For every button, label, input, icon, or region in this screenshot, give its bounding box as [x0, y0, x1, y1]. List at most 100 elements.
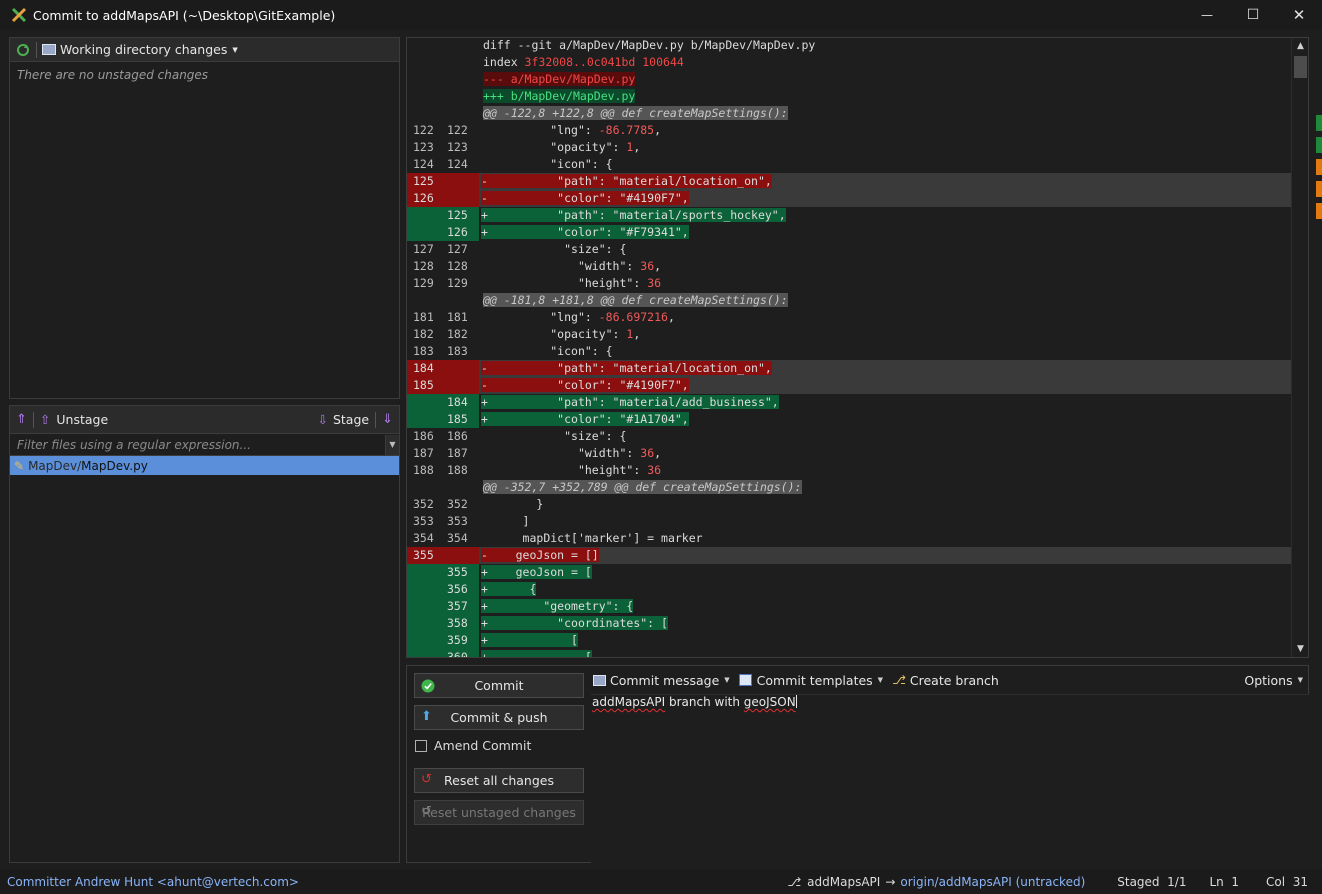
diff-viewer[interactable]: diff --git a/MapDev/MapDev.py b/MapDev/M… [406, 37, 1309, 658]
diff-scrollbar[interactable]: ▲ ▼ [1291, 38, 1308, 657]
line-code: "height": 36 [494, 276, 662, 290]
working-directory-dropdown[interactable]: Working directory changes ▼ [42, 42, 238, 57]
diff-added-line: 360 + [ [407, 649, 1292, 657]
diff-deleted-line: 355 - geoJson = [] [407, 547, 1292, 564]
line-code: + "coordinates": [ [481, 616, 668, 630]
diff-added-line: 355 + geoJson = [ [407, 564, 1292, 581]
chevron-down-icon: ▼ [877, 676, 884, 684]
new-line-number: 123 [447, 140, 468, 154]
unstage-button[interactable]: ⇧ Unstage [40, 412, 108, 427]
diff-context-line: 188 188 "height": 36 [407, 462, 1292, 479]
old-line-number: 128 [413, 259, 434, 273]
line-code: "lng": -86.697216, [494, 310, 675, 324]
line-code: + [ [479, 649, 1292, 657]
stage-button[interactable]: ⇩ Stage [317, 412, 369, 427]
staged-panel: ⇑ ⇧ Unstage ⇩ Stage ⇓ ▼ ✎ MapDev/ MapDev… [9, 405, 400, 863]
commit-area: Commit ⬆ Commit & push Amend Commit ↺ Re… [406, 665, 1309, 863]
unstage-all-icon[interactable]: ⇑ [16, 412, 27, 427]
new-line-number: 122 [447, 123, 468, 137]
edge-marker [1316, 203, 1322, 219]
reset-icon: ↺ [421, 772, 432, 787]
diff-context-line: 353 353 ] [407, 513, 1292, 530]
staged-file-row[interactable]: ✎ MapDev/ MapDev.py [10, 456, 399, 475]
new-line-number: 128 [447, 259, 468, 273]
line-code: mapDict['marker'] = marker [494, 531, 703, 545]
diff-context-line: 182 182 "opacity": 1, [407, 326, 1292, 343]
diff-context-line: 354 354 mapDict['marker'] = marker [407, 530, 1292, 547]
maximize-button[interactable]: ☐ [1230, 0, 1276, 30]
scroll-thumb[interactable] [1294, 56, 1307, 78]
options-label: Options [1244, 672, 1293, 688]
new-line-number: 187 [447, 446, 468, 460]
new-line-number: 353 [447, 514, 468, 528]
commit-message-menu[interactable]: Commit message ▼ [591, 673, 730, 688]
line-code: + geoJson = [ [481, 565, 592, 579]
new-line-number: 356 [443, 581, 479, 598]
amend-commit[interactable]: Amend Commit [415, 738, 531, 753]
old-line-number: 124 [413, 157, 434, 171]
diff-added-line: 359 + [ [407, 632, 1292, 649]
amend-checkbox[interactable] [415, 739, 427, 752]
old-line-number: 122 [413, 123, 434, 137]
unstaged-toolbar: Working directory changes ▼ [10, 38, 399, 62]
filter-input[interactable] [10, 434, 385, 455]
new-line-number [443, 173, 479, 190]
commit-push-label: Commit & push [450, 710, 548, 725]
committer-info[interactable]: Committer Andrew Hunt <ahunt@vertech.com… [7, 875, 299, 889]
options-menu[interactable]: Options ▼ [1244, 673, 1303, 688]
diff-deleted-line: 125 - "path": "material/location_on", [407, 173, 1292, 190]
stage-all-icon[interactable]: ⇓ [382, 412, 393, 427]
commit-templates-menu[interactable]: Commit templates ▼ [738, 673, 884, 688]
old-line-number: 185 [407, 377, 443, 394]
line-code: "opacity": 1, [494, 140, 641, 154]
line-code: "size": { [494, 429, 627, 443]
file-dir: MapDev/ [28, 458, 82, 473]
new-line-number: 355 [443, 564, 479, 581]
old-line-number: 354 [413, 531, 434, 545]
commit-push-button[interactable]: ⬆ Commit & push [414, 705, 584, 730]
edge-marker [1316, 159, 1322, 175]
minimize-button[interactable]: — [1184, 0, 1230, 30]
maximize-icon: ☐ [1246, 7, 1260, 23]
new-line-number: 126 [443, 224, 479, 241]
scroll-down-icon[interactable]: ▼ [1292, 641, 1308, 657]
filter-dropdown-icon[interactable]: ▼ [385, 434, 399, 455]
line-code: "icon": { [494, 344, 613, 358]
new-line-number: 129 [447, 276, 468, 290]
line-code: - "color": "#4190F7", [481, 378, 689, 392]
diff-added-line: 185 + "color": "#1A1704", [407, 411, 1292, 428]
remote-branch[interactable]: origin/addMapsAPI (untracked) [900, 875, 1085, 889]
old-line-number [407, 224, 443, 241]
line-code: "size": { [494, 242, 627, 256]
refresh-icon[interactable] [14, 41, 32, 59]
title-bar: Commit to addMapsAPI (~\Desktop\GitExamp… [0, 0, 1322, 30]
minimize-icon: — [1201, 8, 1213, 22]
old-line-number: 184 [407, 360, 443, 377]
scroll-up-icon[interactable]: ▲ [1292, 38, 1308, 54]
close-button[interactable]: ✕ [1276, 0, 1322, 30]
diff-hunk-header: @@ -122,8 +122,8 @@ def createMapSetting… [483, 106, 788, 120]
old-line-number [407, 207, 443, 224]
old-line-number: 355 [407, 547, 443, 564]
commit-button[interactable]: Commit [414, 673, 584, 698]
reset-unstaged-button[interactable]: ↺ Reset unstaged changes [414, 800, 584, 825]
diff-context-line: 124 124 "icon": { [407, 156, 1292, 173]
reset-all-button[interactable]: ↺ Reset all changes [414, 768, 584, 793]
push-arrow-icon: ⬆ [421, 709, 432, 724]
text-cursor [795, 695, 797, 708]
line-code: - "path": "material/location_on", [481, 174, 772, 188]
line-code: } [494, 497, 544, 511]
old-line-number [407, 598, 443, 615]
commit-message-input[interactable]: addMapsAPI branch with geoJSON [591, 694, 1309, 863]
create-branch-button[interactable]: ⎇ Create branch [892, 673, 999, 688]
old-line-number [407, 649, 443, 657]
old-line-number [407, 564, 443, 581]
branch-name: addMapsAPI [807, 874, 881, 889]
edge-marker [1316, 137, 1322, 153]
old-line-number: 129 [413, 276, 434, 290]
old-line-number: 181 [413, 310, 434, 324]
file-filter: ▼ [10, 434, 399, 456]
git-extensions-icon [11, 7, 27, 23]
diff-context-line: 128 128 "width": 36, [407, 258, 1292, 275]
pencil-icon: ✎ [14, 458, 25, 473]
